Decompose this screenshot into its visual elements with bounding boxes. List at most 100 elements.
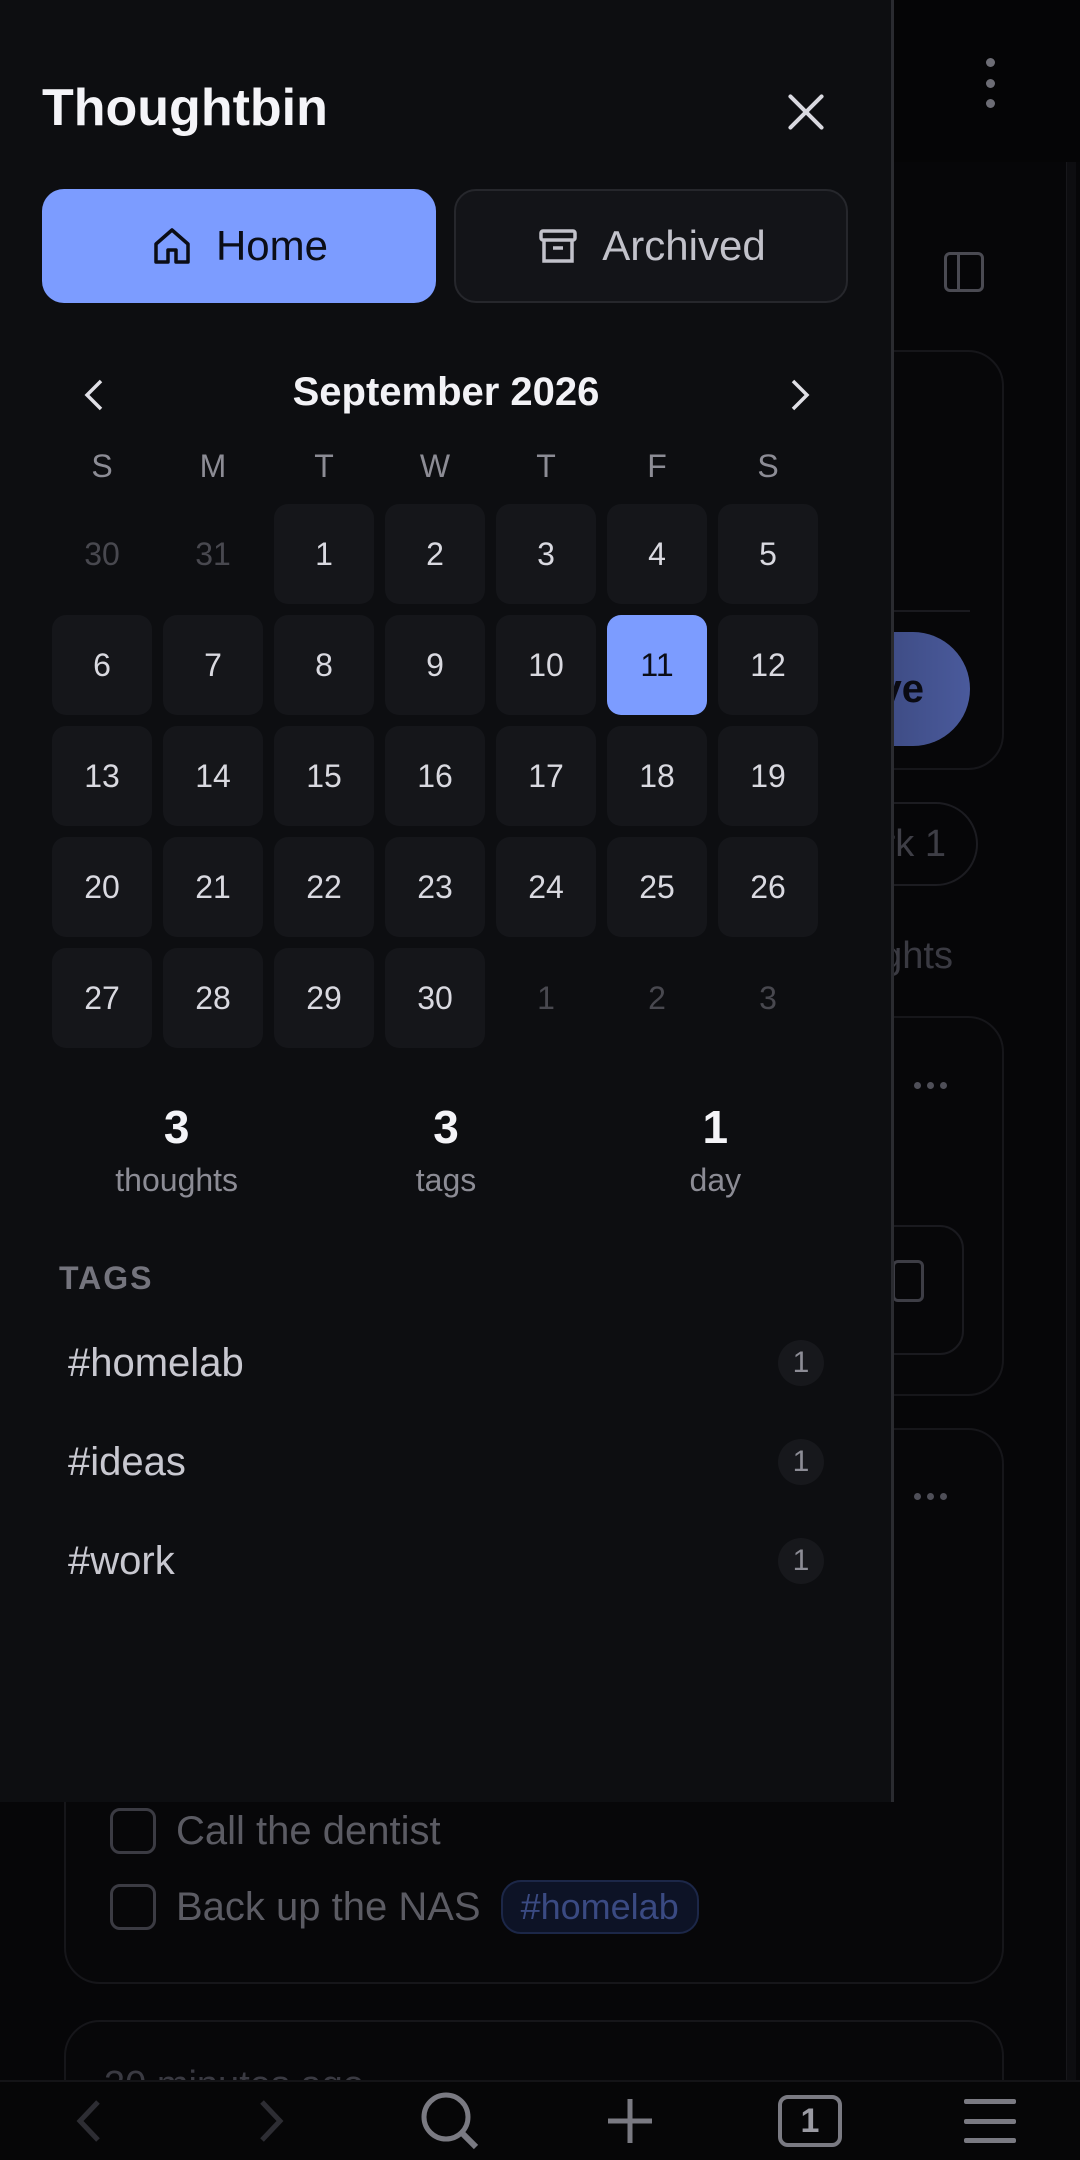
calendar-day[interactable]: 27 <box>52 948 152 1048</box>
weekday-label: M <box>199 448 227 484</box>
weekday-label: S <box>91 448 113 484</box>
todo-item[interactable]: Back up the NAS #homelab <box>110 1880 699 1934</box>
calendar-day[interactable]: 17 <box>496 726 596 826</box>
calendar-day[interactable]: 2 <box>385 504 485 604</box>
chevron-right-icon <box>791 379 810 411</box>
home-icon <box>154 228 190 264</box>
back-button[interactable] <box>40 2086 140 2156</box>
stat-label: day <box>689 1162 742 1198</box>
copy-icon <box>892 1260 924 1302</box>
weekday-label: F <box>647 448 667 484</box>
tabs-button[interactable]: 1 <box>760 2086 860 2156</box>
weekday-header: SMTWTFS <box>52 448 818 485</box>
calendar-day[interactable]: 22 <box>274 837 374 937</box>
stat-label: tags <box>415 1162 477 1198</box>
calendar-day-selected[interactable]: 11 <box>607 615 707 715</box>
tab-count: 1 <box>778 2095 842 2147</box>
calendar-day[interactable]: 30 <box>52 504 152 604</box>
calendar-day[interactable]: 12 <box>718 615 818 715</box>
tag-item[interactable]: #ideas 1 <box>42 1417 850 1507</box>
todo-text: Back up the NAS <box>176 1884 481 1929</box>
browser-menu-button[interactable] <box>940 2086 1040 2156</box>
tag-count-badge: 1 <box>778 1538 824 1584</box>
calendar-day[interactable]: 13 <box>52 726 152 826</box>
calendar-day[interactable]: 9 <box>385 615 485 715</box>
calendar-grid: 30 31 1 2 3 4 5 6 7 8 9 10 11 12 13 14 15 16 17 18 19 20 21 22 2… <box>52 504 818 1048</box>
more-options-icon[interactable] <box>914 1493 947 1500</box>
calendar-day[interactable]: 25 <box>607 837 707 937</box>
calendar-header: September 2026 <box>42 360 850 430</box>
calendar-day[interactable]: 3 <box>496 504 596 604</box>
checkbox[interactable] <box>110 1884 156 1930</box>
stats-row: 3 thoughts 3 tags 1 day <box>42 1100 850 1199</box>
weekday-label: S <box>757 448 779 484</box>
calendar-day[interactable]: 10 <box>496 615 596 715</box>
tag-name: #ideas <box>68 1439 186 1484</box>
next-month-button[interactable] <box>772 368 826 422</box>
tag-name: #homelab <box>68 1340 244 1385</box>
stat-label: thoughts <box>115 1162 239 1198</box>
new-tab-button[interactable] <box>580 2086 680 2156</box>
calendar-day[interactable]: 21 <box>163 837 263 937</box>
stat-value: 3 <box>433 1101 459 1153</box>
checkbox[interactable] <box>110 1808 156 1854</box>
calendar-day[interactable]: 29 <box>274 948 374 1048</box>
calendar-day[interactable]: 8 <box>274 615 374 715</box>
tags-heading: TAGS <box>59 1260 154 1296</box>
stat-day: 1 day <box>581 1100 850 1199</box>
calendar-day[interactable]: 4 <box>607 504 707 604</box>
calendar-day[interactable]: 2 <box>607 948 707 1048</box>
tag-badge[interactable]: #homelab <box>500 1880 699 1934</box>
hamburger-icon <box>964 2099 1016 2143</box>
stat-value: 3 <box>163 1101 190 1153</box>
todo-item[interactable]: Call the dentist <box>110 1808 441 1854</box>
month-label: September 2026 <box>292 370 600 414</box>
overflow-menu-icon[interactable] <box>975 58 1005 108</box>
calendar-day[interactable]: 7 <box>163 615 263 715</box>
more-options-icon[interactable] <box>914 1082 947 1089</box>
calendar-day[interactable]: 28 <box>163 948 263 1048</box>
calendar-day[interactable]: 26 <box>718 837 818 937</box>
tag-item[interactable]: #work 1 <box>42 1516 850 1606</box>
weekday-label: T <box>536 448 556 484</box>
tag-count-badge: 1 <box>778 1439 824 1485</box>
plus-icon <box>608 2099 652 2143</box>
calendar-day[interactable]: 31 <box>163 504 263 604</box>
tag-name: #work <box>68 1538 175 1583</box>
calendar-day[interactable]: 19 <box>718 726 818 826</box>
archive-icon <box>539 229 578 263</box>
stat-thoughts: 3 thoughts <box>42 1100 311 1199</box>
tag-item[interactable]: #homelab 1 <box>42 1318 850 1408</box>
search-icon <box>421 2092 479 2150</box>
calendar-day[interactable]: 1 <box>496 948 596 1048</box>
calendar-day[interactable]: 3 <box>718 948 818 1048</box>
calendar-day[interactable]: 23 <box>385 837 485 937</box>
forward-button[interactable] <box>220 2086 320 2156</box>
calendar-day[interactable]: 24 <box>496 837 596 937</box>
weekday-label: W <box>419 448 451 484</box>
close-icon[interactable] <box>780 86 832 138</box>
calendar-day[interactable]: 20 <box>52 837 152 937</box>
calendar-day[interactable]: 15 <box>274 726 374 826</box>
stat-tags: 3 tags <box>311 1100 580 1199</box>
scrollbar[interactable] <box>1066 162 1076 2082</box>
calendar-day[interactable]: 30 <box>385 948 485 1048</box>
calendar-day[interactable]: 18 <box>607 726 707 826</box>
archived-button[interactable]: Archived <box>454 189 848 303</box>
todo-text: Call the dentist <box>176 1808 441 1853</box>
calendar-day[interactable]: 5 <box>718 504 818 604</box>
tag-count-badge: 1 <box>778 1340 824 1386</box>
sidebar-toggle-icon[interactable] <box>944 252 984 292</box>
calendar-day[interactable]: 14 <box>163 726 263 826</box>
search-button[interactable] <box>400 2086 500 2156</box>
home-button-label: Home <box>215 222 329 269</box>
app-title: Thoughtbin <box>42 79 328 137</box>
calendar-day[interactable]: 6 <box>52 615 152 715</box>
chevron-left-icon <box>76 2100 100 2142</box>
home-button[interactable]: Home <box>42 189 436 303</box>
calendar-day[interactable]: 1 <box>274 504 374 604</box>
navigation-drawer: Thoughtbin Home Archived September 2026 … <box>0 0 894 1802</box>
archived-button-label: Archived <box>602 222 766 269</box>
weekday-label: T <box>314 448 334 484</box>
calendar-day[interactable]: 16 <box>385 726 485 826</box>
